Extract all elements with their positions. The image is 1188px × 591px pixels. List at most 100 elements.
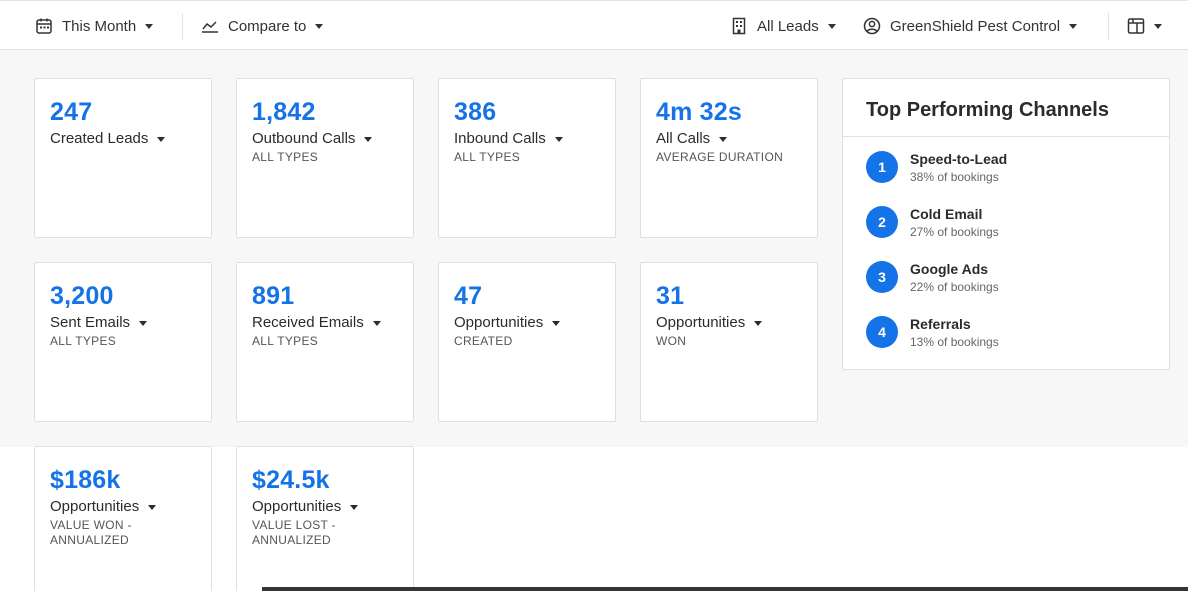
chevron-down-icon <box>148 504 157 510</box>
metric-label: All Calls <box>656 130 711 147</box>
chevron-down-icon <box>552 320 561 326</box>
chevron-down-icon <box>1069 23 1078 29</box>
metric-value: $186k <box>50 466 121 494</box>
layout-dropdown[interactable] <box>1127 1 1162 51</box>
channel-name: Referrals <box>910 315 971 332</box>
chevron-down-icon <box>350 504 359 510</box>
metric-sublabel: ALL TYPES <box>252 334 319 348</box>
metric-value: 4m 32s <box>656 98 742 126</box>
metric-label: Sent Emails <box>50 314 131 331</box>
channel-share: 27% of bookings <box>910 224 999 239</box>
metric-sublabel: ALL TYPES <box>252 150 319 164</box>
rank-badge: 2 <box>866 206 898 238</box>
user-circle-icon <box>863 17 881 35</box>
calendar-icon <box>35 17 53 35</box>
chevron-down-icon <box>157 136 166 142</box>
metric-label: Opportunities <box>454 314 544 331</box>
metric-card-all-calls[interactable]: 4m 32s All Calls AVERAGE DURATION <box>640 78 818 238</box>
metric-label-dropdown[interactable]: Opportunities <box>656 314 802 332</box>
channel-item[interactable]: 2 Cold Email 27% of bookings <box>866 202 999 242</box>
metric-card-created-leads[interactable]: 247 Created Leads <box>34 78 212 238</box>
top-channels-panel: Top Performing Channels 1 Speed-to-Lead 3… <box>842 78 1170 370</box>
metric-card-received-emails[interactable]: 891 Received Emails ALL TYPES <box>236 262 414 422</box>
account-label: GreenShield Pest Control <box>890 17 1061 35</box>
metric-label: Received Emails <box>252 314 364 331</box>
layout-icon <box>1127 17 1145 35</box>
metric-label-dropdown[interactable]: Inbound Calls <box>454 130 600 148</box>
metric-sublabel: CREATED <box>454 334 513 348</box>
period-dropdown[interactable]: This Month <box>35 1 154 51</box>
metric-value: $24.5k <box>252 466 330 494</box>
channel-name: Google Ads <box>910 260 989 277</box>
leads-filter-label: All Leads <box>757 17 819 35</box>
metric-label: Opportunities <box>50 498 140 515</box>
compare-dropdown[interactable]: Compare to <box>201 1 324 51</box>
rank-badge: 1 <box>866 151 898 183</box>
channel-share: 22% of bookings <box>910 279 999 294</box>
metric-label-dropdown[interactable]: Opportunities <box>252 498 398 516</box>
chevron-down-icon <box>554 136 563 142</box>
channel-share: 38% of bookings <box>910 169 999 184</box>
metric-value: 386 <box>454 98 497 126</box>
metric-label-dropdown[interactable]: Opportunities <box>454 314 600 332</box>
metric-sublabel: VALUE LOST - ANNUALIZED <box>252 518 336 547</box>
metric-sublabel: ALL TYPES <box>50 334 117 348</box>
metric-label: Outbound Calls <box>252 130 356 147</box>
metric-label-dropdown[interactable]: Opportunities <box>50 498 196 516</box>
metric-value: 891 <box>252 282 295 310</box>
metric-label-dropdown[interactable]: Sent Emails <box>50 314 196 332</box>
metric-value: 1,842 <box>252 98 316 126</box>
metric-label: Opportunities <box>252 498 342 515</box>
account-dropdown[interactable]: GreenShield Pest Control <box>863 1 1078 51</box>
metric-label: Inbound Calls <box>454 130 546 147</box>
metric-card-sent-emails[interactable]: 3,200 Sent Emails ALL TYPES <box>34 262 212 422</box>
metric-value: 47 <box>454 282 483 310</box>
metric-label-dropdown[interactable]: Received Emails <box>252 314 398 332</box>
metric-value: 3,200 <box>50 282 114 310</box>
channel-name: Cold Email <box>910 205 983 222</box>
rank-badge: 3 <box>866 261 898 293</box>
chevron-down-icon <box>1154 23 1162 29</box>
metric-value: 247 <box>50 98 93 126</box>
chevron-down-icon <box>145 23 154 29</box>
chevron-down-icon <box>139 320 148 326</box>
metric-value: 31 <box>656 282 685 310</box>
channel-item[interactable]: 3 Google Ads 22% of bookings <box>866 257 999 297</box>
metric-card-value-lost[interactable]: $24.5k Opportunities VALUE LOST - ANNUAL… <box>236 446 414 591</box>
metric-label: Opportunities <box>656 314 746 331</box>
channel-share: 13% of bookings <box>910 334 999 349</box>
divider <box>182 13 183 40</box>
panel-title: Top Performing Channels <box>843 79 1169 137</box>
metric-sublabel: ALL TYPES <box>454 150 521 164</box>
metric-card-inbound-calls[interactable]: 386 Inbound Calls ALL TYPES <box>438 78 616 238</box>
metric-label: Created Leads <box>50 130 149 147</box>
metric-card-value-won[interactable]: $186k Opportunities VALUE WON - ANNUALIZ… <box>34 446 212 591</box>
metric-sublabel: WON <box>656 334 687 348</box>
metric-card-opportunities-created[interactable]: 47 Opportunities CREATED <box>438 262 616 422</box>
chevron-down-icon <box>315 23 324 29</box>
divider <box>1108 13 1109 40</box>
metric-label-dropdown[interactable]: Created Leads <box>50 130 196 148</box>
trend-line-icon <box>201 17 219 35</box>
rank-badge: 4 <box>866 316 898 348</box>
leads-filter-dropdown[interactable]: All Leads <box>730 1 836 51</box>
taskbar-edge <box>262 587 1188 591</box>
chevron-down-icon <box>719 136 728 142</box>
channel-item[interactable]: 1 Speed-to-Lead 38% of bookings <box>866 147 1007 187</box>
period-label: This Month <box>62 17 137 35</box>
metric-label-dropdown[interactable]: All Calls <box>656 130 802 148</box>
top-toolbar: This Month Compare to All Leads GreenShi… <box>0 0 1188 50</box>
chevron-down-icon <box>754 320 763 326</box>
channel-item[interactable]: 4 Referrals 13% of bookings <box>866 312 999 352</box>
channel-name: Speed-to-Lead <box>910 150 1008 167</box>
compare-label: Compare to <box>228 17 307 35</box>
chevron-down-icon <box>364 136 373 142</box>
metric-card-opportunities-won[interactable]: 31 Opportunities WON <box>640 262 818 422</box>
metric-label-dropdown[interactable]: Outbound Calls <box>252 130 398 148</box>
chevron-down-icon <box>372 320 381 326</box>
building-icon <box>730 17 748 35</box>
chevron-down-icon <box>827 23 836 29</box>
metric-sublabel: VALUE WON - ANNUALIZED <box>50 518 132 547</box>
metric-card-outbound-calls[interactable]: 1,842 Outbound Calls ALL TYPES <box>236 78 414 238</box>
metric-sublabel: AVERAGE DURATION <box>656 150 784 164</box>
